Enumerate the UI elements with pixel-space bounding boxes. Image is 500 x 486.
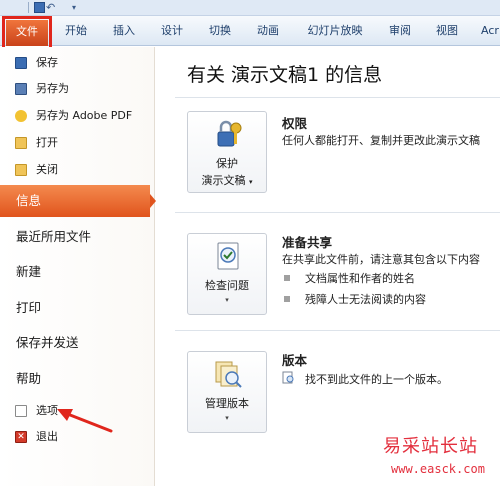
save-as-pdf-label: 另存为 Adobe PDF bbox=[36, 109, 133, 122]
save-as-pdf-command[interactable]: 另存为 Adobe PDF bbox=[0, 104, 152, 128]
versions-heading: 版本 bbox=[282, 353, 308, 368]
bullet-icon bbox=[284, 296, 290, 302]
divider bbox=[175, 97, 500, 98]
save-as-icon bbox=[15, 83, 27, 95]
active-arrow-icon bbox=[150, 194, 156, 208]
tab-design[interactable]: 设计 bbox=[158, 16, 186, 46]
permissions-heading: 权限 bbox=[282, 116, 308, 131]
exit-icon: ✕ bbox=[15, 431, 27, 443]
divider bbox=[175, 212, 500, 213]
permissions-text: 任何人都能打开、复制并更改此演示文稿 bbox=[282, 134, 480, 147]
prepare-bullet-1: 文档属性和作者的姓名 bbox=[305, 272, 415, 285]
customize-dropdown-icon[interactable]: ▾ bbox=[72, 2, 76, 13]
bullet-icon bbox=[284, 275, 290, 281]
watermark: 易采站长站 www.easck.com bbox=[377, 430, 500, 486]
manage-versions-button[interactable]: 管理版本 ▾ bbox=[187, 351, 267, 433]
page-title: 有关 演示文稿1 的信息 bbox=[187, 64, 383, 86]
watermark-text: 易采站长站 bbox=[383, 436, 478, 457]
tab-info-label: 信息 bbox=[16, 193, 42, 208]
prepare-bullet-2: 残障人士无法阅读的内容 bbox=[305, 293, 426, 306]
tab-transitions[interactable]: 切换 bbox=[206, 16, 234, 46]
protect-presentation-button[interactable]: 保护 演示文稿 ▾ bbox=[187, 111, 267, 193]
chevron-down-icon: ▾ bbox=[225, 414, 229, 422]
tab-new[interactable]: 新建 bbox=[0, 256, 150, 288]
close-command[interactable]: 关闭 bbox=[0, 158, 152, 182]
toolbar-separator bbox=[28, 2, 29, 13]
lock-key-icon bbox=[217, 120, 242, 147]
adobe-pdf-icon bbox=[15, 110, 27, 122]
protect-button-label-2: 演示文稿 bbox=[201, 174, 246, 187]
check-issues-button[interactable]: 检查问题 ▾ bbox=[187, 233, 267, 315]
save-as-command[interactable]: 另存为 bbox=[0, 77, 152, 101]
options-icon bbox=[15, 405, 27, 417]
save-command[interactable]: 保存 bbox=[0, 51, 152, 75]
quick-access-toolbar: ↶ ▾ bbox=[0, 0, 500, 16]
tab-recent[interactable]: 最近所用文件 bbox=[0, 221, 150, 253]
chevron-down-icon: ▾ bbox=[248, 178, 253, 186]
open-command-label: 打开 bbox=[36, 136, 58, 149]
save-icon bbox=[15, 57, 27, 69]
version-doc-icon bbox=[282, 371, 294, 384]
tab-review[interactable]: 审阅 bbox=[386, 16, 414, 46]
prepare-sharing-text: 在共享此文件前，请注意其包含以下内容 bbox=[282, 253, 480, 266]
close-command-label: 关闭 bbox=[36, 163, 58, 176]
chevron-down-icon: ▾ bbox=[225, 296, 229, 304]
versions-icon bbox=[215, 361, 242, 388]
tab-animations[interactable]: 动画 bbox=[254, 16, 282, 46]
tab-info[interactable]: 信息 bbox=[0, 185, 156, 217]
manage-versions-label: 管理版本 bbox=[205, 397, 249, 410]
close-folder-icon bbox=[15, 164, 27, 176]
annotation-arrow-icon bbox=[57, 409, 113, 433]
undo-icon[interactable]: ↶ bbox=[46, 2, 55, 13]
save-icon[interactable] bbox=[34, 2, 45, 13]
protect-button-label-1: 保护 bbox=[216, 157, 238, 170]
watermark-url: www.easck.com bbox=[391, 462, 485, 476]
prepare-sharing-heading: 准备共享 bbox=[282, 235, 333, 250]
save-as-command-label: 另存为 bbox=[36, 82, 69, 95]
tab-insert[interactable]: 插入 bbox=[110, 16, 138, 46]
tab-print[interactable]: 打印 bbox=[0, 292, 150, 324]
tab-acrobat[interactable]: Acr bbox=[480, 16, 500, 46]
tab-slideshow[interactable]: 幻灯片放映 bbox=[302, 16, 368, 46]
tab-file[interactable]: 文件 bbox=[2, 16, 52, 50]
divider bbox=[175, 330, 500, 331]
document-check-icon bbox=[217, 242, 239, 270]
tab-view[interactable]: 视图 bbox=[433, 16, 461, 46]
save-command-label: 保存 bbox=[36, 56, 58, 69]
ribbon-tab-strip: 文件 开始 插入 设计 切换 动画 幻灯片放映 审阅 视图 Acr bbox=[0, 16, 500, 50]
tab-help[interactable]: 帮助 bbox=[0, 363, 150, 395]
tab-home[interactable]: 开始 bbox=[62, 16, 90, 46]
check-issues-label: 检查问题 bbox=[205, 279, 249, 292]
tab-save-send[interactable]: 保存并发送 bbox=[0, 327, 150, 359]
open-command[interactable]: 打开 bbox=[0, 131, 152, 155]
open-folder-icon bbox=[15, 137, 27, 149]
versions-text: 找不到此文件的上一个版本。 bbox=[305, 373, 448, 386]
